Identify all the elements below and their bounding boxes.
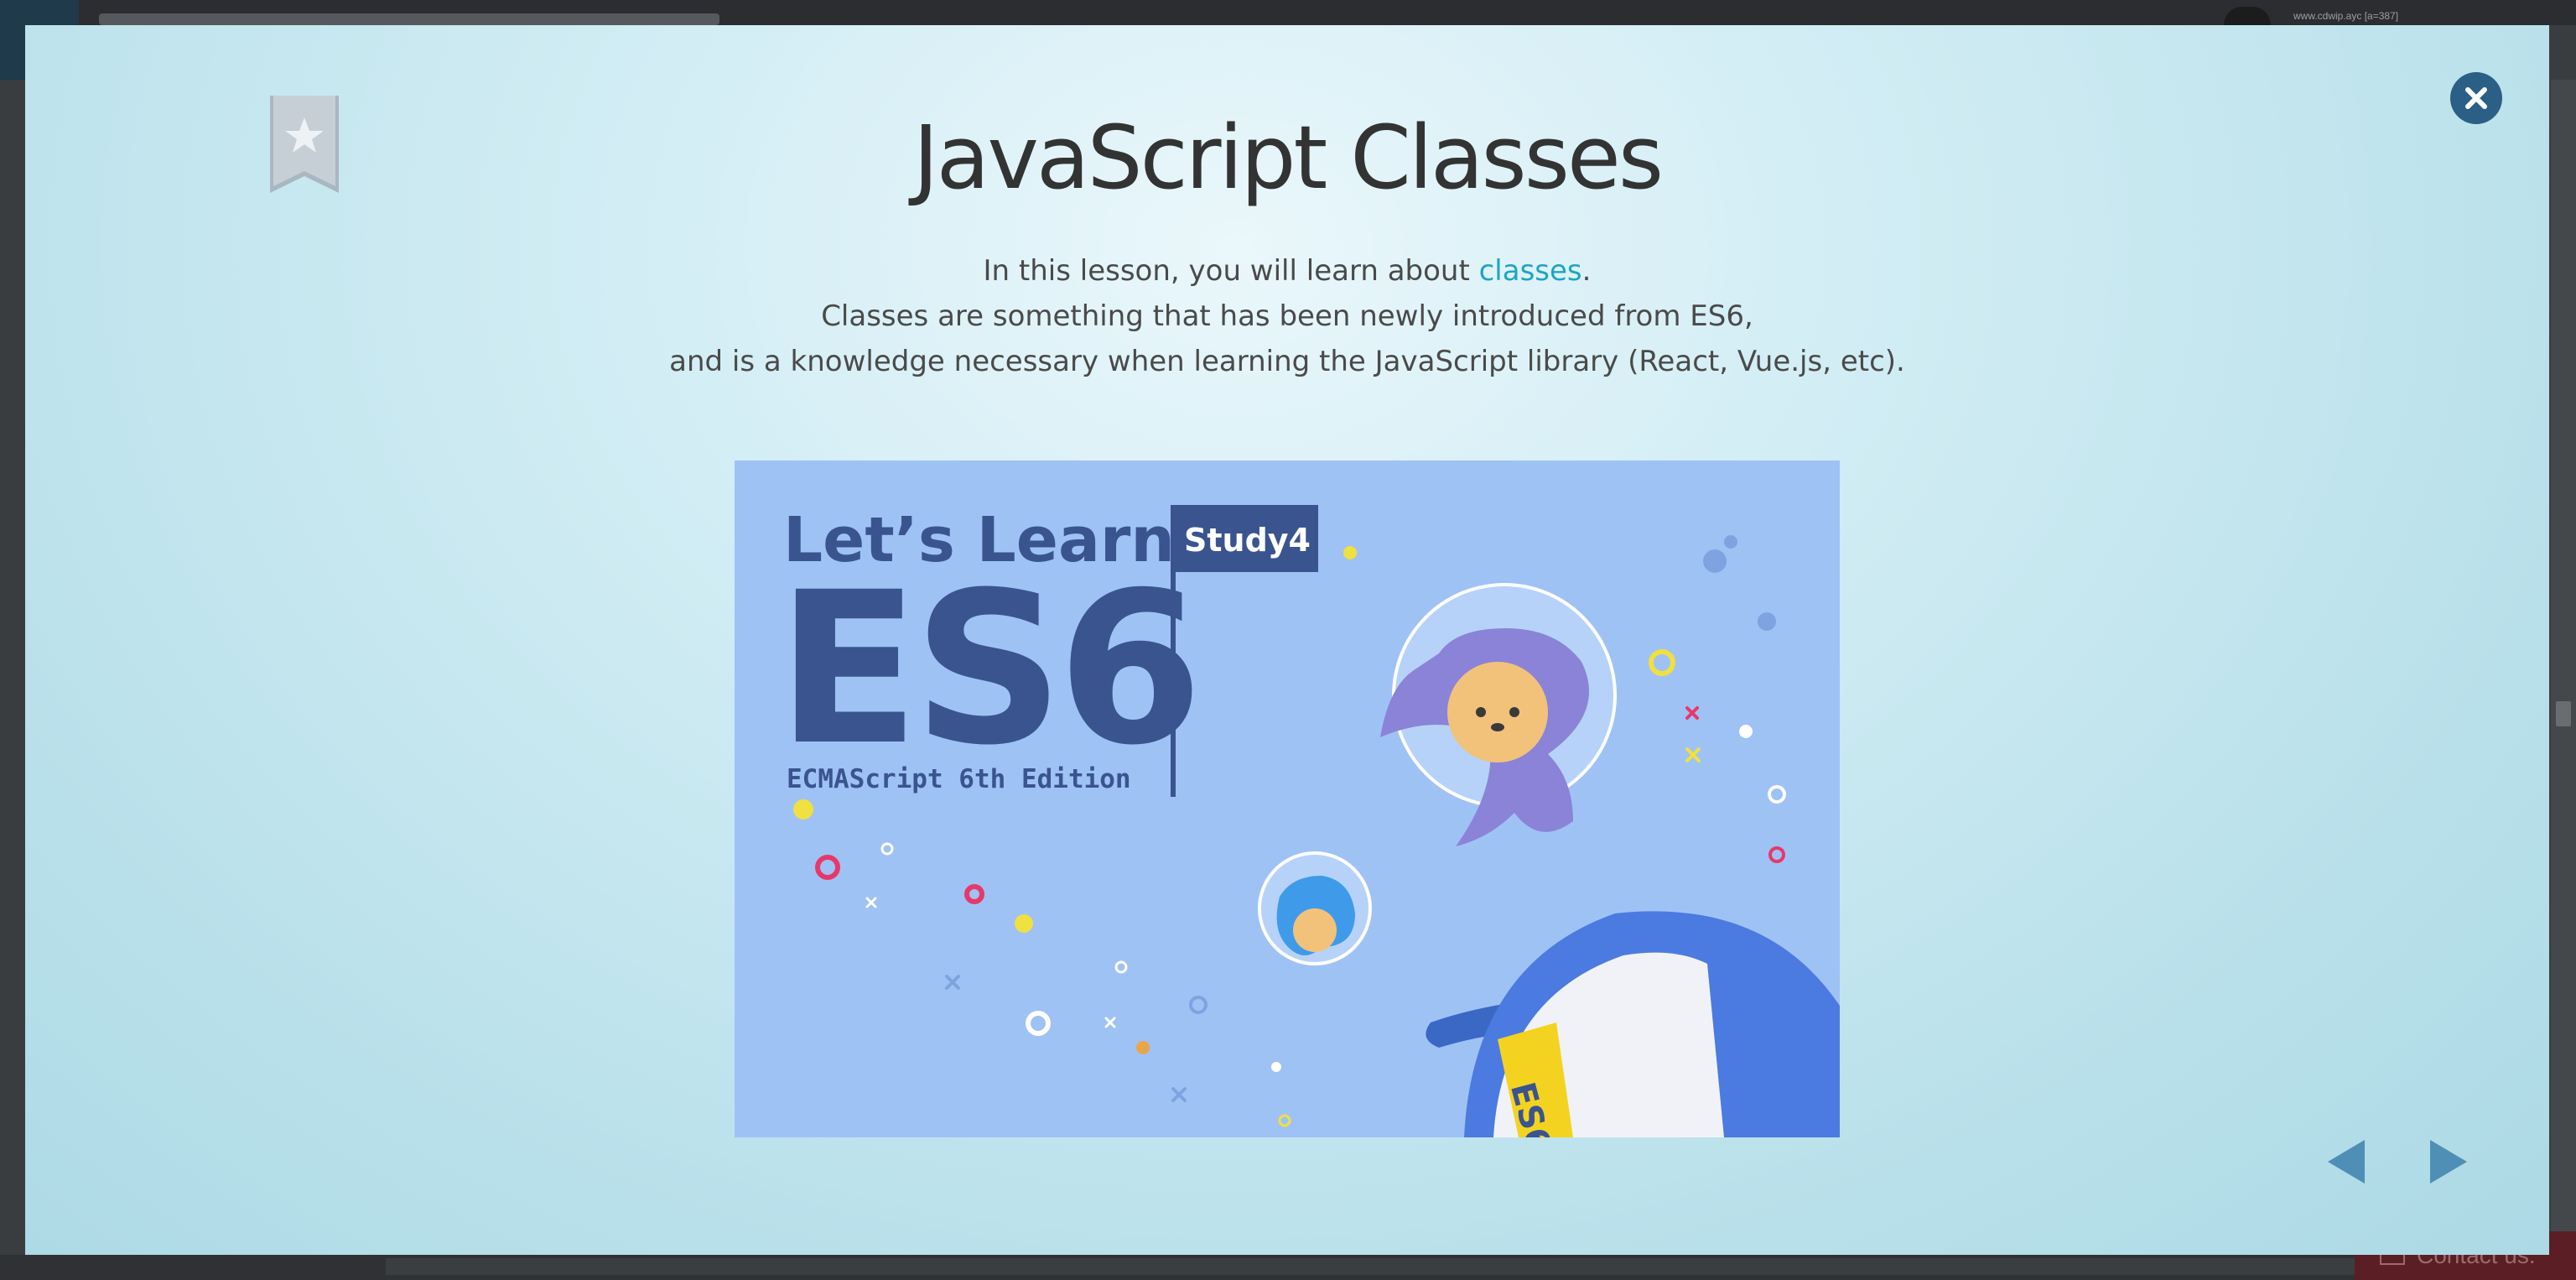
lesson-description: In this lesson, you will learn about cla…	[25, 248, 2549, 384]
background-vertical-scrollbar	[2551, 80, 2576, 1254]
lesson-image: Study4 Let’s Learn ES6 ECMAScript 6th Ed…	[735, 460, 1840, 1137]
description-line-1: In this lesson, you will learn about cla…	[25, 248, 2549, 294]
classes-link[interactable]: classes	[1479, 254, 1582, 288]
lesson-title: JavaScript Classes	[912, 107, 1664, 209]
background-horizontal-scrollbar	[386, 1258, 2532, 1275]
description-line-1-suffix: .	[1581, 254, 1592, 288]
background-scrollbar-thumb	[2556, 701, 2571, 726]
image-subtitle: ECMAScript 6th Edition	[787, 764, 1131, 794]
image-flag-text: Study4	[1184, 522, 1311, 559]
description-line-3: and is a knowledge necessary when learni…	[669, 345, 1905, 378]
description-line-2: Classes are something that has been newl…	[821, 299, 1753, 333]
lesson-modal: JavaScript Classes In this lesson, you w…	[25, 25, 2549, 1255]
background-url-text: www.cdwip.ayc [a=387]	[2293, 10, 2399, 22]
next-button[interactable]	[2427, 1137, 2470, 1187]
previous-button[interactable]	[2324, 1137, 2368, 1187]
triangle-left-icon	[2328, 1140, 2365, 1184]
triangle-right-icon	[2430, 1140, 2467, 1184]
background-search-bar	[99, 13, 719, 25]
description-line-1-prefix: In this lesson, you will learn about	[983, 254, 1479, 288]
image-big-text: ES6	[776, 547, 1197, 791]
